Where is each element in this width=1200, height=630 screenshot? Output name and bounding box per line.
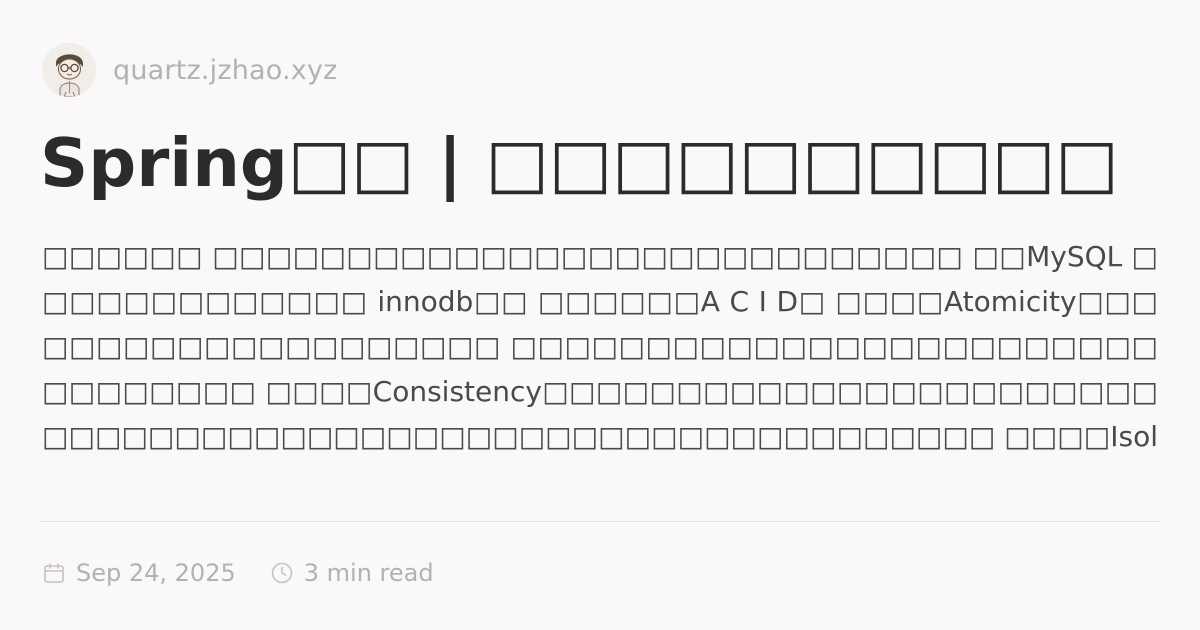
divider	[40, 521, 1160, 522]
article-description: □□□□□□ □□□□□□□□□□□□□□□□□□□□□□□□□□□□ □□My…	[42, 240, 1158, 453]
site-header: quartz.jzhao.xyz	[42, 42, 338, 98]
page-title: Spring□□ | □□□□□□□□□□	[40, 124, 1119, 202]
publish-date: Sep 24, 2025	[42, 559, 236, 587]
avatar[interactable]	[42, 43, 96, 97]
reading-time-text: 3 min read	[303, 559, 434, 587]
reading-time: 3 min read	[270, 559, 434, 587]
site-domain[interactable]: quartz.jzhao.xyz	[113, 55, 338, 86]
article-meta: Sep 24, 2025 3 min read	[42, 555, 468, 591]
calendar-icon	[44, 563, 64, 583]
avatar-image	[56, 54, 83, 97]
clock-icon	[271, 562, 293, 584]
publish-date-text: Sep 24, 2025	[76, 559, 236, 587]
